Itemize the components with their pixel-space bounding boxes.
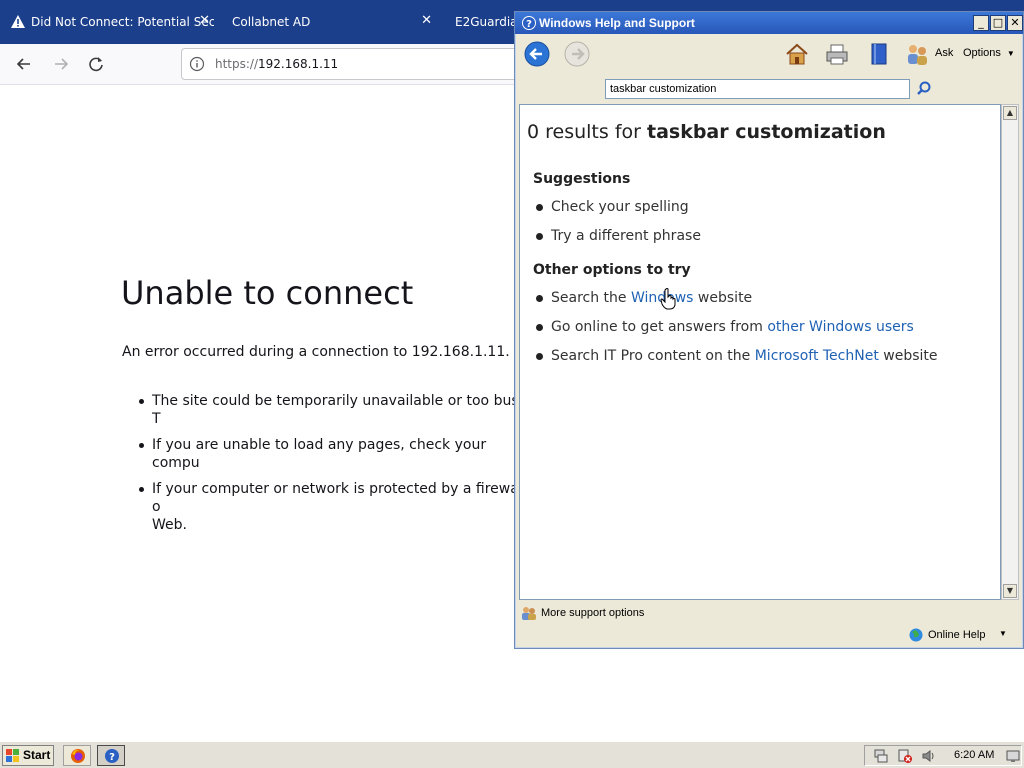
globe-icon bbox=[909, 628, 923, 642]
firefox-icon bbox=[71, 749, 85, 763]
support-people-icon bbox=[522, 607, 536, 620]
error-suggestions-list: The site could be temporarily unavailabl… bbox=[139, 392, 532, 542]
scroll-up-arrow-icon[interactable]: ▲ bbox=[1003, 106, 1017, 120]
forward-button-icon[interactable] bbox=[563, 40, 591, 68]
security-alert-icon[interactable] bbox=[897, 748, 913, 764]
error-description: An error occurred during a connection to… bbox=[122, 344, 510, 360]
tab-label: E2Guardian bbox=[455, 15, 522, 29]
clock: 6:20 AM bbox=[954, 749, 995, 761]
svg-text:?: ? bbox=[526, 19, 532, 30]
chevron-down-icon: ▼ bbox=[1006, 49, 1015, 58]
forward-arrow-icon[interactable] bbox=[50, 53, 72, 75]
help-icon: ? bbox=[522, 16, 536, 30]
other-options-heading: Other options to try bbox=[533, 262, 691, 278]
online-help-label: Online Help bbox=[928, 629, 986, 641]
list-item: Search the Windows website bbox=[536, 289, 938, 307]
list-item: If you are unable to load any pages, che… bbox=[139, 436, 532, 472]
list-item: The site could be temporarily unavailabl… bbox=[139, 392, 532, 428]
ask-label: Ask bbox=[935, 47, 954, 59]
url-text: https://192.168.1.11 bbox=[215, 57, 338, 71]
help-icon: ? bbox=[105, 749, 119, 763]
close-tab-icon[interactable]: ✕ bbox=[421, 14, 432, 28]
options-label: Options bbox=[963, 47, 1001, 59]
start-label: Start bbox=[23, 748, 51, 762]
taskbar: Start ? 6:20 AM bbox=[0, 741, 1024, 768]
search-icon[interactable] bbox=[915, 80, 933, 98]
taskbar-help-button[interactable]: ? bbox=[97, 745, 125, 766]
results-heading: 0 results for taskbar customization bbox=[527, 121, 886, 143]
help-search-input[interactable] bbox=[605, 79, 910, 99]
print-icon[interactable] bbox=[823, 40, 851, 68]
list-item: Try a different phrase bbox=[536, 228, 701, 244]
online-help-dropdown[interactable]: Online Help ▼ bbox=[909, 626, 1021, 646]
back-button-icon[interactable] bbox=[523, 40, 551, 68]
chevron-down-icon: ▼ bbox=[999, 629, 1007, 638]
results-query: taskbar customization bbox=[646, 121, 886, 143]
maximize-button[interactable]: □ bbox=[990, 15, 1006, 31]
url-protocol: https:// bbox=[215, 57, 259, 71]
taskbar-firefox-button[interactable] bbox=[63, 745, 91, 766]
browse-help-book-icon[interactable] bbox=[865, 40, 893, 68]
tab-label: Did Not Connect: Potential Security Issu… bbox=[31, 15, 214, 29]
tab-collabnet-ad[interactable]: Collabnet AD ✕ bbox=[214, 0, 442, 44]
more-support-options-link[interactable]: More support options bbox=[519, 602, 1019, 624]
suggestions-list: Check your spelling Try a different phra… bbox=[536, 198, 701, 256]
back-arrow-icon[interactable] bbox=[13, 53, 35, 75]
network-icon[interactable] bbox=[873, 748, 889, 764]
help-results-pane: 0 results for taskbar customization Sugg… bbox=[519, 104, 1001, 600]
tab-label: Collabnet AD bbox=[232, 15, 311, 29]
show-desktop-icon[interactable] bbox=[1005, 748, 1021, 764]
options-button[interactable]: Options ▼ bbox=[963, 40, 1021, 68]
tab-e2guardian[interactable]: E2Guardian bbox=[442, 0, 522, 44]
results-scrollbar[interactable]: ▲ ▼ bbox=[1001, 104, 1019, 600]
tab-did-not-connect[interactable]: Did Not Connect: Potential Security Issu… bbox=[0, 0, 214, 44]
ask-people-icon bbox=[908, 45, 927, 65]
help-window: ? Windows Help and Support _ □ ✕ Ask Opt… bbox=[514, 11, 1024, 649]
minimize-button[interactable]: _ bbox=[973, 15, 989, 31]
other-options-list: Search the Windows website Go online to … bbox=[536, 289, 938, 376]
info-icon[interactable] bbox=[189, 56, 205, 72]
more-support-label: More support options bbox=[541, 607, 645, 619]
list-item: If your computer or network is protected… bbox=[139, 480, 532, 534]
close-tab-icon[interactable]: ✕ bbox=[199, 14, 210, 28]
list-item: Search IT Pro content on the Microsoft T… bbox=[536, 348, 938, 364]
ask-button[interactable]: Ask bbox=[905, 40, 953, 68]
svg-text:?: ? bbox=[109, 752, 115, 763]
home-icon[interactable] bbox=[783, 40, 811, 68]
list-item: Go online to get answers from other Wind… bbox=[536, 318, 938, 336]
windows-flag-icon bbox=[6, 749, 19, 762]
help-toolbar: Ask Options ▼ bbox=[515, 34, 1023, 72]
system-tray: 6:20 AM bbox=[864, 745, 1022, 766]
close-button[interactable]: ✕ bbox=[1007, 15, 1023, 31]
volume-icon[interactable] bbox=[921, 748, 937, 764]
help-title-bar[interactable]: ? Windows Help and Support _ □ ✕ bbox=[515, 12, 1023, 34]
microsoft-technet-link[interactable]: Microsoft TechNet bbox=[755, 348, 879, 364]
warning-icon bbox=[11, 15, 25, 28]
suggestions-heading: Suggestions bbox=[533, 171, 631, 187]
hand-cursor-icon bbox=[660, 288, 676, 310]
error-title: Unable to connect bbox=[121, 274, 414, 312]
list-item: Check your spelling bbox=[536, 198, 701, 216]
url-host: 192.168.1.11 bbox=[258, 57, 339, 71]
reload-icon[interactable] bbox=[85, 53, 107, 75]
other-windows-users-link[interactable]: other Windows users bbox=[767, 319, 914, 335]
scroll-down-arrow-icon[interactable]: ▼ bbox=[1003, 584, 1017, 598]
window-title: Windows Help and Support bbox=[539, 16, 695, 30]
start-button[interactable]: Start bbox=[2, 745, 54, 766]
